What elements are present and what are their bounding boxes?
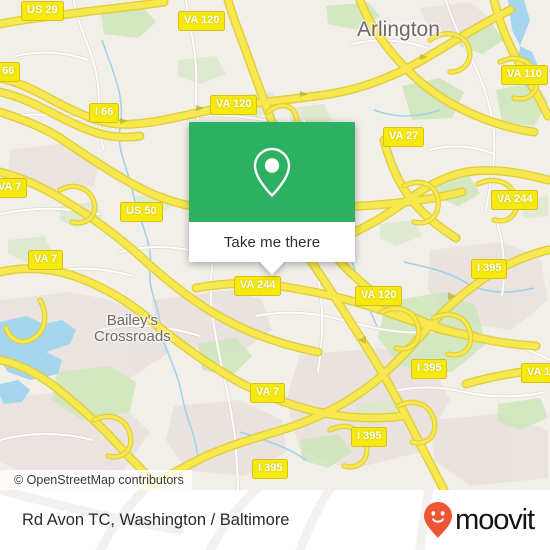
road-shield-va-27: VA 27 <box>383 127 425 147</box>
take-me-there-label: Take me there <box>223 233 321 251</box>
place-label-line: Arlington <box>357 18 440 41</box>
place-label-arlington: Arlington <box>357 18 440 42</box>
moovit-logo[interactable]: moovit <box>423 501 535 539</box>
place-label-line: Bailey's <box>106 312 158 329</box>
road-shield-i-395-ne: I 395 <box>471 259 508 279</box>
take-me-there-button[interactable]: Take me there <box>189 222 355 262</box>
road-shield-va-1: VA 1 <box>521 363 550 383</box>
place-label-baileys-crossroads: Bailey's Crossroads <box>94 313 171 345</box>
footer-bar: Rd Avon TC, Washington / Baltimore moovi… <box>0 490 550 550</box>
road-shield-i-395-s: I 395 <box>351 427 388 447</box>
road-shield-va-120-b: VA 120 <box>210 95 258 115</box>
take-me-there-popup[interactable]: Take me there <box>189 122 355 275</box>
road-shield-va-244: VA 244 <box>234 276 282 296</box>
road-shield-us-50: US 50 <box>120 202 163 222</box>
road-shield-va-7-west: VA 7 <box>0 178 28 198</box>
road-shield-va-244-east: VA 244 <box>491 190 539 210</box>
popup-pointer <box>259 261 285 275</box>
road-shield-va-7-south: VA 7 <box>250 383 286 403</box>
road-shield-i-395-e: I 395 <box>411 359 448 379</box>
road-shield-i-66-west: I 66 <box>0 62 21 82</box>
moovit-wordmark: moovit <box>455 503 535 536</box>
road-shield-va-120-c: VA 120 <box>355 286 403 306</box>
place-label-line: Crossroads <box>94 328 171 345</box>
road-shield-us-29: US 29 <box>21 1 64 21</box>
map-viewport[interactable]: .w { fill:#a4d7ee; } .stream { fill:none… <box>0 0 550 490</box>
popup-header <box>189 122 355 222</box>
location-title: Rd Avon TC, Washington / Baltimore <box>22 510 290 529</box>
road-shield-va-7: VA 7 <box>28 250 64 270</box>
screenshot-root: .w { fill:#a4d7ee; } .stream { fill:none… <box>0 0 550 550</box>
road-shield-va-120: VA 120 <box>178 11 226 31</box>
road-shield-i-66: I 66 <box>89 103 120 123</box>
moovit-smiley-pin-icon <box>424 502 453 538</box>
road-shield-i-395-sw: I 395 <box>252 459 289 479</box>
location-pin-icon <box>253 147 291 198</box>
road-shield-va-110: VA 110 <box>501 65 548 85</box>
map-attribution[interactable]: © OpenStreetMap contributors <box>0 470 192 490</box>
